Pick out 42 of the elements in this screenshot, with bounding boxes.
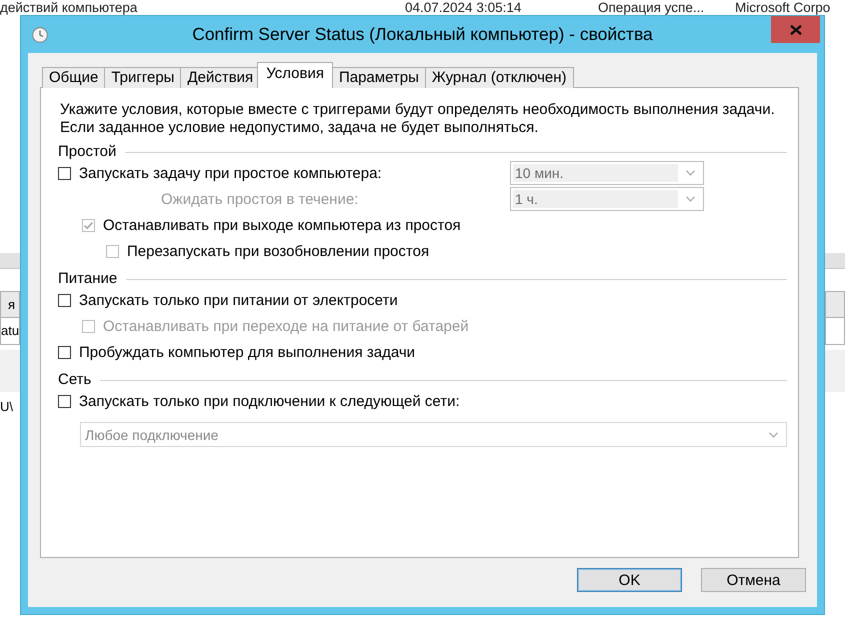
- section-label: Питание: [58, 270, 118, 286]
- checkbox[interactable]: [58, 394, 71, 408]
- checkbox[interactable]: [58, 166, 71, 180]
- chevron-down-icon: [686, 170, 695, 176]
- section-label: Сеть: [58, 370, 92, 388]
- chevron-down-icon: [769, 432, 778, 438]
- panel-background: [825, 253, 845, 269]
- field-label: Ожидать простоя в течение:: [161, 190, 358, 208]
- tab[interactable]: Параметры: [332, 67, 426, 88]
- panel-background: [825, 350, 845, 392]
- checkbox[interactable]: [58, 346, 71, 358]
- checkbox-label: Останавливать при переходе на питание от батарей: [103, 318, 469, 334]
- checkbox-label: Перезапускать при возобновлении простоя: [127, 242, 430, 260]
- tab[interactable]: Триггеры: [104, 67, 182, 88]
- instruction-text: Укажите условия, которые вместе с триггерами будут определять необходимость выполнения задачи.: [60, 101, 775, 119]
- close-icon: [790, 24, 802, 34]
- panel-background: [0, 350, 20, 392]
- tab[interactable]: я: [0, 291, 20, 318]
- checkbox[interactable]: [58, 294, 71, 306]
- dialog-button[interactable]: OK: [577, 568, 682, 592]
- checkbox-label: Пробуждать компьютер для выполнения задачи: [79, 344, 416, 360]
- section-label: Простой: [58, 142, 116, 160]
- clock-icon: [32, 26, 48, 42]
- close-button[interactable]: [771, 16, 820, 43]
- tab[interactable]: Условия: [257, 62, 333, 88]
- tab[interactable]: Общие: [42, 67, 106, 88]
- instruction-text: Если заданное условие недопустимо, задача не будет выполняться.: [60, 119, 538, 137]
- table-cell: Microsoft Corpo: [735, 0, 830, 15]
- checkbox-label: Запускать задачу при простое компьютера:: [79, 164, 382, 182]
- chevron-down-icon: [686, 196, 695, 202]
- checkbox-label: Запускать только при питании от электросети: [79, 292, 398, 308]
- table-cell: Операция успе...: [598, 0, 704, 15]
- path-text: U\: [0, 398, 13, 416]
- checkbox-label: Запускать только при подключении к следующей сети:: [79, 392, 460, 410]
- table-cell: atu: [0, 318, 20, 345]
- table-cell: действий компьютера: [0, 0, 138, 15]
- table-cell: 04.07.2024 3:05:14: [405, 0, 522, 15]
- dialog-button[interactable]: Отмена: [701, 568, 806, 592]
- window-title: Confirm Server Status (Локальный компьютер) - свойства: [192, 24, 653, 45]
- tab[interactable]: Журнал (отключен): [424, 67, 574, 88]
- checkbox-label: Останавливать при выходе компьютера из простоя: [103, 216, 461, 234]
- panel-background: [0, 253, 20, 269]
